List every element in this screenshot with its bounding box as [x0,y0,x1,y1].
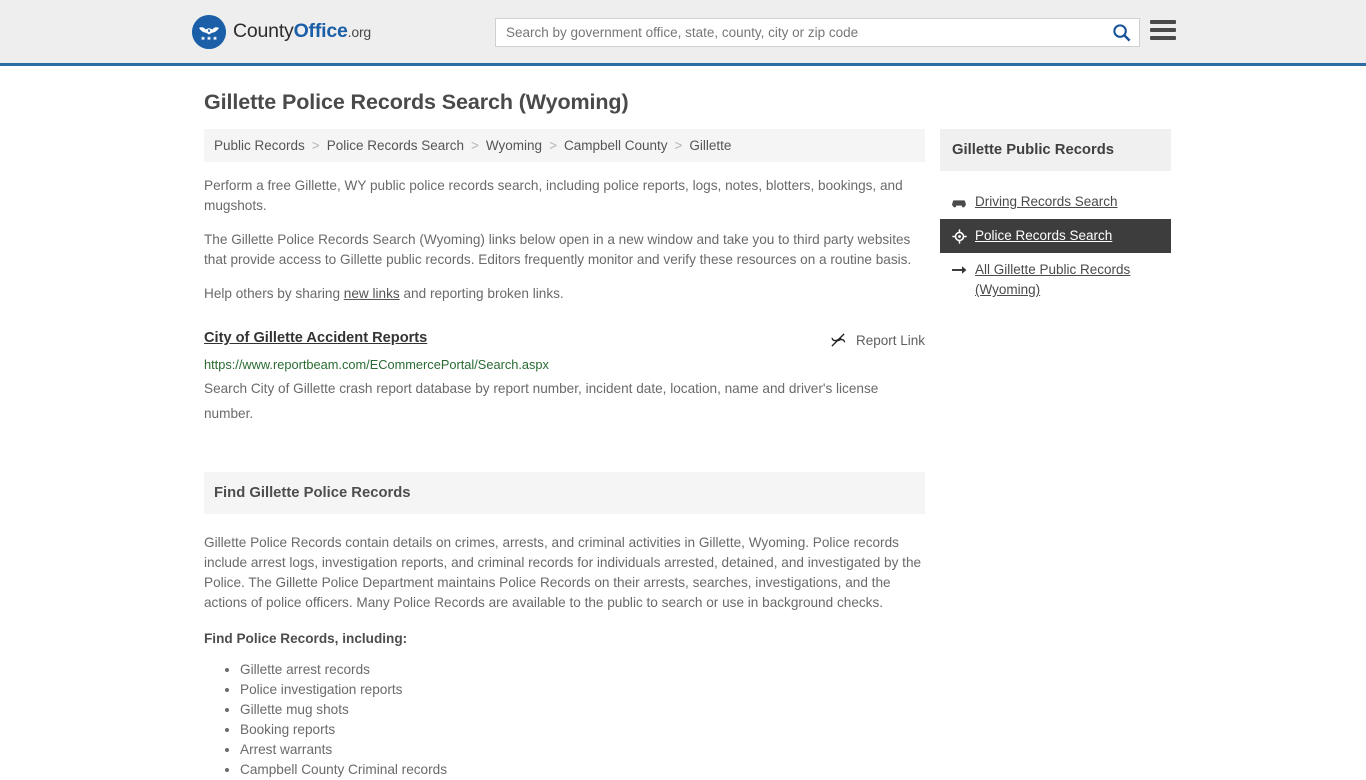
intro-paragraph-1: Perform a free Gillette, WY public polic… [204,178,903,213]
list-item: Gillette arrest records [240,660,925,680]
logo-text-office: Office [293,20,348,42]
result-url: https://www.reportbeam.com/ECommercePort… [204,357,549,372]
breadcrumb-item-gillette[interactable]: Gillette [689,138,731,153]
site-logo[interactable]: CountyOffice.org [192,14,371,49]
share-text-prefix: Help others by sharing [204,286,344,301]
sidebar-item-label: Police Records Search [975,228,1113,243]
sidebar-item-label: All Gillette Public Records (Wyoming) [975,262,1131,297]
sidebar: Gillette Public Records Driving Records … [940,129,1171,307]
breadcrumb-item-wyoming[interactable]: Wyoming [486,138,542,153]
sidebar-item-all-public-records[interactable]: All Gillette Public Records (Wyoming) [940,253,1171,307]
breadcrumb-separator: > [311,138,320,153]
intro-paragraph-3: Help others by sharing new links and rep… [204,284,925,304]
intro-paragraph-2: The Gillette Police Records Search (Wyom… [204,232,912,267]
new-links-link[interactable]: new links [344,286,400,301]
search-bar[interactable] [495,18,1140,47]
list-item: Gillette mug shots [240,700,925,720]
hamburger-menu-icon[interactable] [1150,20,1176,40]
logo-text-tld: .org [347,24,372,40]
hamburger-bar [1150,20,1176,24]
breadcrumb-item-campbell-county[interactable]: Campbell County [564,138,668,153]
search-icon [1112,24,1130,42]
arrow-right-icon [951,260,967,280]
report-link-button[interactable]: Report Link [829,330,925,349]
result-description: Search City of Gillette crash report dat… [204,381,879,421]
police-badge-icon [951,226,967,246]
hamburger-bar [1150,36,1176,40]
broken-link-icon [831,333,846,347]
breadcrumb-item-police-records-search[interactable]: Police Records Search [327,138,464,153]
find-records-body: Gillette Police Records contain details … [204,535,922,610]
list-item: Campbell County Criminal records [240,760,925,780]
logo-text-county: County [233,20,294,42]
sidebar-heading: Gillette Public Records [940,129,1171,171]
find-records-subheading: Find Police Records, including: [204,631,408,646]
result-header-row: City of Gillette Accident Reports Report… [204,330,925,349]
hamburger-bar [1150,28,1176,32]
page-container: Gillette Police Records Search (Wyoming)… [0,90,1366,780]
result-item: City of Gillette Accident Reports Report… [204,330,925,426]
report-link-label: Report Link [855,332,925,348]
sidebar-item-driving-records-search[interactable]: Driving Records Search [940,185,1171,219]
share-text-suffix: and reporting broken links. [399,286,564,301]
search-button[interactable] [1103,19,1139,46]
breadcrumb-separator: > [471,138,479,153]
sidebar-item-police-records-search[interactable]: Police Records Search [940,219,1171,253]
breadcrumb-separator: > [549,138,557,153]
find-records-heading: Find Gillette Police Records [204,472,925,514]
breadcrumb: Public Records > Police Records Search >… [204,129,925,162]
breadcrumb-separator: > [674,138,683,153]
page-title: Gillette Police Records Search (Wyoming) [204,90,629,114]
site-header: CountyOffice.org [0,0,1366,66]
car-icon [951,192,967,212]
site-logo-text: CountyOffice.org [233,20,371,43]
sidebar-item-label: Driving Records Search [975,194,1118,209]
list-item: Arrest warrants [240,740,925,760]
breadcrumb-item-public-records[interactable]: Public Records [214,138,305,153]
main-column: Public Records > Police Records Search >… [204,129,925,780]
content-row: Public Records > Police Records Search >… [204,129,1174,780]
list-item: Booking reports [240,720,925,740]
search-input[interactable] [496,19,1103,46]
sidebar-list: Driving Records Search Police Records Se… [940,185,1171,307]
list-item: Police investigation reports [240,680,925,700]
result-title-link[interactable]: City of Gillette Accident Reports [204,330,427,346]
eagle-stars-seal-icon [192,14,226,49]
records-list: Gillette arrest records Police investiga… [204,660,925,780]
